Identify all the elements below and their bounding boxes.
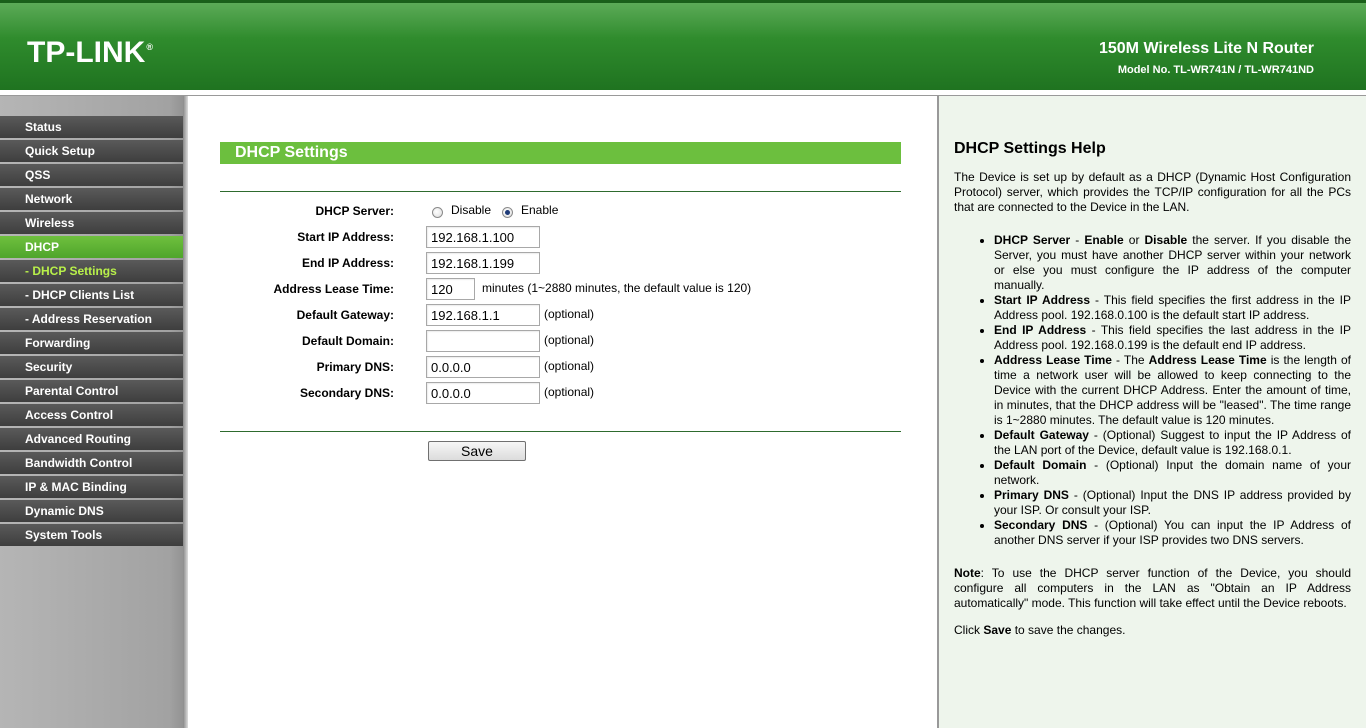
main-content: DHCP Settings DHCP Server: Disable Enabl… (188, 96, 938, 728)
sidebar-item-qss[interactable]: QSS (0, 164, 183, 186)
lease-time-hint: minutes (1~2880 minutes, the default val… (482, 281, 752, 295)
sidebar-item-dhcp-settings[interactable]: - DHCP Settings (0, 260, 183, 282)
header-banner: TP-LINK® 150M Wireless Lite N Router Mod… (0, 0, 1366, 90)
help-title: DHCP Settings Help (954, 140, 1106, 157)
help-item-secondary-dns: Secondary DNS - (Optional) You can input… (994, 518, 1351, 548)
primary-dns-hint: (optional) (544, 359, 595, 373)
primary-dns-label: Primary DNS: (316, 360, 394, 374)
secondary-dns-hint: (optional) (544, 385, 595, 399)
help-click-save: Click Save to save the changes. (954, 623, 1126, 637)
start-ip-input[interactable] (426, 226, 540, 248)
product-name: 150M Wireless Lite N Router (1098, 40, 1314, 57)
lease-time-label: Address Lease Time: (273, 282, 395, 296)
help-list: DHCP Server - Enable or Disable the serv… (994, 233, 1351, 548)
sidebar-item-status[interactable]: Status (0, 116, 183, 138)
help-intro: The Device is set up by default as a DHC… (954, 170, 1351, 214)
default-gateway-hint: (optional) (544, 307, 595, 321)
secondary-dns-input[interactable] (426, 382, 540, 404)
help-item-domain: Default Domain - (Optional) Input the do… (994, 458, 1351, 488)
lease-time-input[interactable] (426, 278, 475, 300)
sidebar-item-ip-mac-binding[interactable]: IP & MAC Binding (0, 476, 183, 498)
help-item-end-ip: End IP Address - This field specifies th… (994, 323, 1351, 353)
sidebar-item-advanced-routing[interactable]: Advanced Routing (0, 428, 183, 450)
sidebar-item-dhcp[interactable]: DHCP (0, 236, 183, 258)
secondary-dns-label: Secondary DNS: (299, 386, 394, 400)
help-item-start-ip: Start IP Address - This field specifies … (994, 293, 1351, 323)
end-ip-label: End IP Address: (301, 256, 394, 270)
sidebar-item-system-tools[interactable]: System Tools (0, 524, 183, 546)
help-item-gateway: Default Gateway - (Optional) Suggest to … (994, 428, 1351, 458)
help-item-primary-dns: Primary DNS - (Optional) Input the DNS I… (994, 488, 1351, 518)
default-domain-input[interactable] (426, 330, 540, 352)
help-note: Note: To use the DHCP server function of… (954, 566, 1351, 610)
help-panel: DHCP Settings Help The Device is set up … (939, 96, 1366, 728)
page-title: DHCP Settings (220, 142, 901, 164)
sidebar-item-access-control[interactable]: Access Control (0, 404, 183, 426)
sidebar-item-dhcp-clients-list[interactable]: - DHCP Clients List (0, 284, 183, 306)
help-item-lease-time: Address Lease Time - The Address Lease T… (994, 353, 1351, 428)
dhcp-server-label: DHCP Server: (315, 204, 394, 218)
end-ip-input[interactable] (426, 252, 540, 274)
save-button[interactable]: Save (428, 441, 526, 461)
logo-registered-mark: ® (146, 42, 153, 52)
tp-link-logo: TP-LINK® (27, 36, 153, 70)
sidebar-item-bandwidth-control[interactable]: Bandwidth Control (0, 452, 183, 474)
dhcp-enable-radio[interactable] (502, 207, 513, 218)
sidebar-item-parental-control[interactable]: Parental Control (0, 380, 183, 402)
sidebar-item-address-reservation[interactable]: - Address Reservation (0, 308, 183, 330)
sidebar-item-wireless[interactable]: Wireless (0, 212, 183, 234)
default-gateway-input[interactable] (426, 304, 540, 326)
logo-text: TP-LINK (27, 36, 146, 69)
sidebar-item-network[interactable]: Network (0, 188, 183, 210)
primary-dns-input[interactable] (426, 356, 540, 378)
default-domain-label: Default Domain: (301, 334, 394, 348)
sidebar-menu: Status Quick Setup QSS Network Wireless … (0, 116, 183, 548)
form-top-divider (220, 191, 901, 192)
sidebar-item-forwarding[interactable]: Forwarding (0, 332, 183, 354)
model-number: Model No. TL-WR741N / TL-WR741ND (1117, 64, 1314, 76)
dhcp-disable-radio[interactable] (432, 207, 443, 218)
help-item-dhcp-server: DHCP Server - Enable or Disable the serv… (994, 233, 1351, 293)
sidebar: Status Quick Setup QSS Network Wireless … (0, 96, 188, 728)
sidebar-item-quick-setup[interactable]: Quick Setup (0, 140, 183, 162)
form-bottom-divider (220, 431, 901, 432)
dhcp-enable-label: Enable (521, 203, 559, 217)
sidebar-item-security[interactable]: Security (0, 356, 183, 378)
sidebar-item-dynamic-dns[interactable]: Dynamic DNS (0, 500, 183, 522)
start-ip-label: Start IP Address: (297, 230, 394, 244)
dhcp-disable-label: Disable (451, 203, 492, 217)
default-gateway-label: Default Gateway: (296, 308, 394, 322)
default-domain-hint: (optional) (544, 333, 595, 347)
